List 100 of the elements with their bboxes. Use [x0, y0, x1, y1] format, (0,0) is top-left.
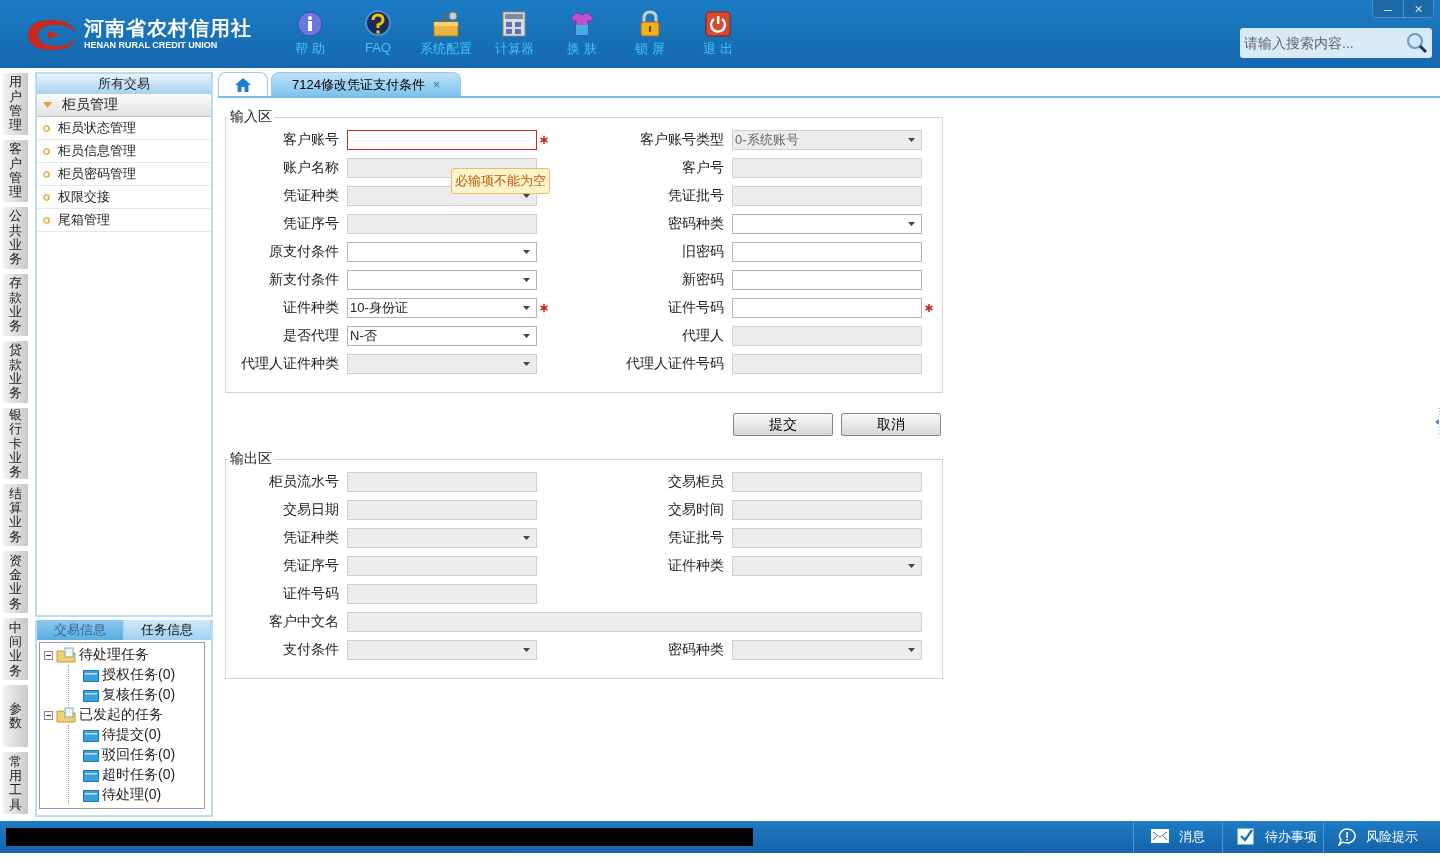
bullet-icon [43, 147, 50, 155]
side-tab[interactable]: 公共业务 [3, 207, 28, 269]
text-field[interactable] [732, 270, 922, 290]
tree-leaf[interactable]: 待处理(0) [83, 785, 204, 805]
dropdown-field[interactable]: N-否 [347, 326, 537, 346]
home-icon [235, 77, 251, 92]
section-legend: 输入区 [228, 108, 274, 126]
dropdown-arrow-icon [908, 564, 915, 568]
field-label: 柜员流水号 [268, 473, 340, 491]
field-label: 凭证序号 [282, 557, 340, 575]
field-label: 客户中文名 [268, 613, 340, 631]
nav-item[interactable]: 柜员状态管理 [37, 117, 211, 140]
field-label: 代理人证件种类 [240, 355, 340, 373]
dropdown-arrow-icon [523, 194, 530, 198]
nav-item[interactable]: 权限交接 [37, 186, 211, 209]
dropdown-arrow-icon [908, 138, 915, 142]
field-label: 代理人证件号码 [625, 355, 725, 373]
logo-subtitle: HENAN RURAL CREDIT UNION [84, 39, 219, 51]
dropdown-field[interactable] [347, 242, 537, 262]
close-tab-button[interactable]: × [432, 77, 440, 92]
side-tab[interactable]: 中间业务 [3, 618, 28, 681]
search-icon [1406, 32, 1428, 54]
speech-bubble-icon [1338, 828, 1356, 846]
tree-leaf[interactable]: 授权任务(0) [83, 665, 204, 685]
field-label: 客户账号类型 [639, 131, 725, 149]
text-field[interactable] [732, 298, 922, 318]
field-label: 原支付条件 [268, 243, 340, 261]
tree-leaf[interactable]: 复核任务(0) [83, 685, 204, 705]
field-label: 证件号码 [282, 585, 340, 603]
field-label: 客户账号 [282, 131, 340, 149]
dropdown-field[interactable]: 10-身份证 [347, 298, 537, 318]
dropdown-arrow-icon [523, 278, 530, 282]
nav-group-label: 柜员管理 [62, 96, 118, 114]
dropdown-field[interactable] [732, 214, 922, 234]
field-label: 凭证种类 [282, 187, 340, 205]
side-tab[interactable]: 用户管理 [3, 73, 28, 135]
panel-tab[interactable]: 任务信息 [124, 620, 211, 640]
logo-title: 河南省农村信用社 [84, 17, 252, 39]
nav-group[interactable]: 柜员管理 [37, 94, 211, 117]
field-label: 旧密码 [681, 243, 725, 261]
bullet-icon [43, 124, 50, 132]
side-tab[interactable]: 贷款业务 [3, 341, 28, 403]
status-button[interactable]: 风险提示 [1323, 821, 1440, 853]
caret-icon [43, 101, 52, 109]
field-label: 凭证批号 [667, 187, 725, 205]
field-label: 证件号码 [667, 299, 725, 317]
bullet-icon [43, 170, 50, 178]
nav-item[interactable]: 柜员密码管理 [37, 163, 211, 186]
status-button[interactable]: 消息 [1133, 821, 1222, 853]
collapse-icon [44, 710, 53, 720]
tree-node[interactable]: 待处理任务 [44, 645, 204, 665]
field-label: 是否代理 [282, 327, 340, 345]
nav-item[interactable]: 柜员信息管理 [37, 140, 211, 163]
side-tab[interactable]: 存款业务 [3, 274, 28, 336]
text-field[interactable] [732, 242, 922, 262]
side-tab[interactable]: 常用工具 [3, 752, 28, 815]
toolbox-icon [432, 10, 460, 38]
dropdown-arrow-icon [523, 306, 530, 310]
field-label: 交易日期 [282, 501, 340, 519]
dropdown-arrow-icon [908, 648, 915, 652]
close-button[interactable]: × [1403, 0, 1433, 17]
status-button[interactable]: 待办事项 [1222, 821, 1323, 853]
collapse-icon [44, 650, 53, 660]
minimize-button[interactable]: – [1373, 0, 1403, 17]
field-label: 密码种类 [667, 215, 725, 233]
side-tab[interactable]: 资金业务 [3, 551, 28, 614]
tree-leaf[interactable]: 超时任务(0) [83, 765, 204, 785]
field-label: 证件种类 [282, 299, 340, 317]
tree-leaf[interactable]: 驳回任务(0) [83, 745, 204, 765]
shirt-icon [568, 10, 596, 38]
field-label: 证件种类 [667, 557, 725, 575]
side-tab[interactable]: 客户管理 [3, 140, 28, 202]
nav-item[interactable]: 尾箱管理 [37, 209, 211, 232]
folder-icon [83, 728, 99, 742]
section-legend: 输出区 [228, 450, 274, 468]
side-tab[interactable]: 银行卡业务 [3, 408, 28, 480]
checkbox-icon [1237, 828, 1255, 846]
folder-icon [56, 647, 76, 663]
search-field[interactable]: 请输入搜索内容... [1240, 28, 1432, 58]
home-tab[interactable] [218, 72, 268, 96]
cancel-button[interactable]: 取消 [841, 413, 941, 436]
side-tab[interactable]: 参数 [3, 685, 28, 748]
field-label: 客户号 [681, 159, 725, 177]
field-label: 新支付条件 [268, 271, 340, 289]
help-icon [364, 10, 392, 38]
power-icon [704, 10, 732, 38]
document-tab[interactable]: 7124修改凭证支付条件 × [271, 72, 461, 96]
tree-node[interactable]: 已发起的任务 [44, 705, 204, 725]
panel-title: 所有交易 [37, 74, 211, 94]
dropdown-arrow-icon [523, 648, 530, 652]
field-label: 凭证序号 [282, 215, 340, 233]
field-label: 凭证种类 [282, 529, 340, 547]
tree-leaf[interactable]: 待提交(0) [83, 725, 204, 745]
text-field[interactable] [347, 130, 537, 150]
side-tab[interactable]: 结算业务 [3, 484, 28, 547]
dropdown-arrow-icon [908, 222, 915, 226]
dropdown-arrow-icon [523, 334, 530, 338]
dropdown-field[interactable] [347, 270, 537, 290]
submit-button[interactable]: 提交 [733, 413, 833, 436]
field-label: 账户名称 [282, 159, 340, 177]
